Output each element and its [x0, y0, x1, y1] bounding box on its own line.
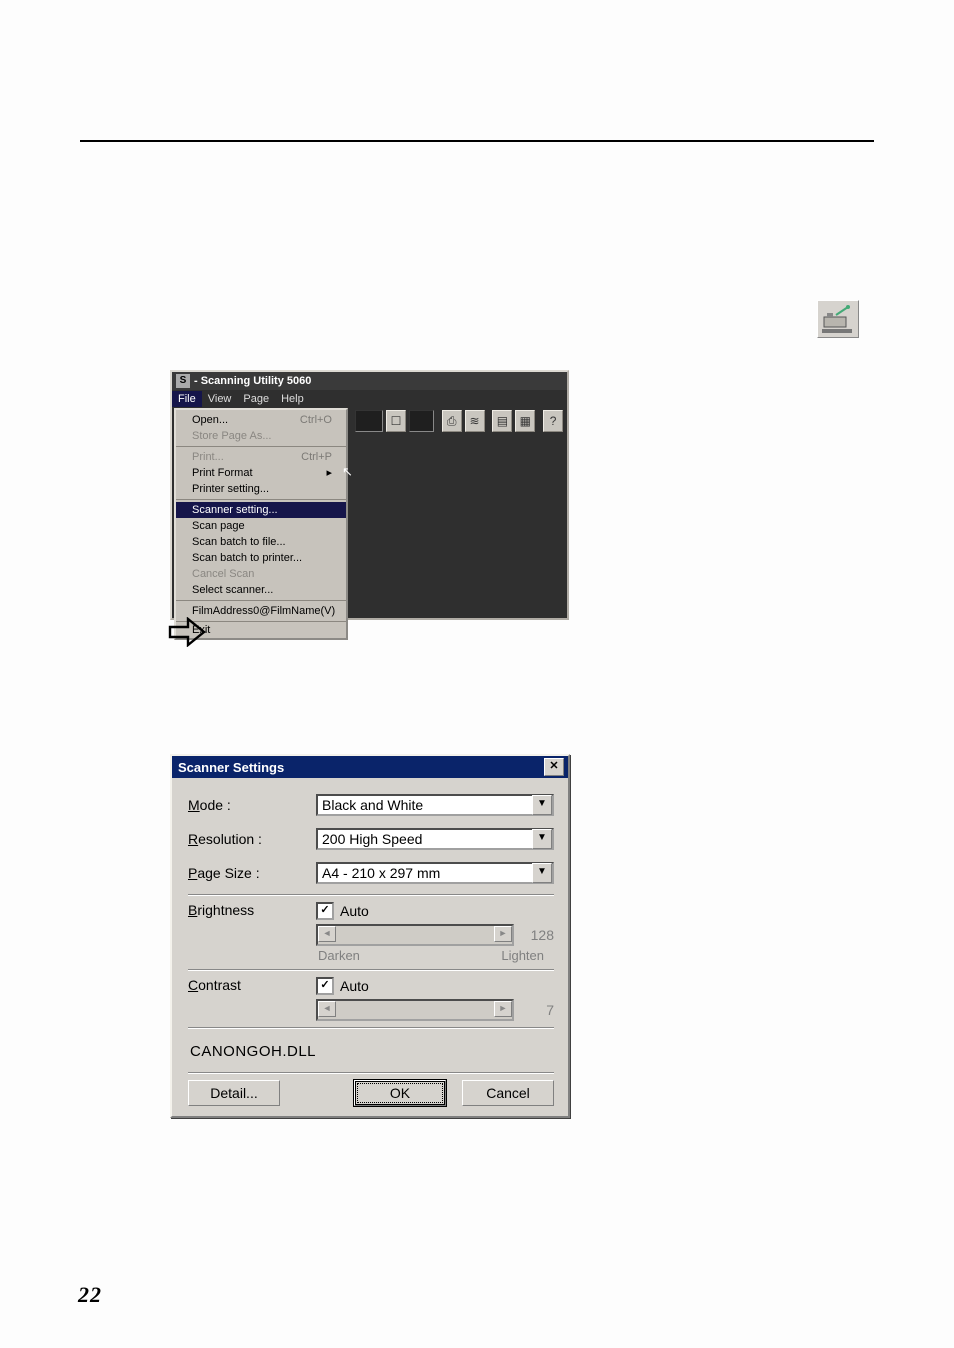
dialog-titlebar: Scanner Settings ✕ [172, 756, 568, 778]
contrast-auto-checkbox[interactable]: ✓ Auto [316, 977, 554, 995]
mode-combo[interactable]: Black and White ▼ [316, 794, 554, 816]
flow-arrow-icon [168, 617, 206, 650]
tb-scan-batch-icon[interactable]: ▦ [515, 410, 535, 432]
page-number: 22 [78, 1282, 102, 1308]
lighten-label: Lighten [501, 948, 544, 963]
tb-scanner-icon[interactable]: ≋ [465, 410, 485, 432]
cancel-button[interactable]: Cancel [462, 1080, 554, 1106]
file-print-format[interactable]: Print Format ▸ [176, 465, 346, 481]
chevron-down-icon[interactable]: ▼ [532, 795, 552, 815]
separator [188, 969, 554, 971]
brightness-slider: ◄ ► [316, 924, 514, 946]
page-total-box [409, 410, 434, 432]
file-print: Print... Ctrl+P [176, 449, 346, 465]
contrast-value: 7 [520, 1002, 554, 1018]
menu-page[interactable]: Page [237, 391, 275, 407]
page-number-box[interactable] [355, 410, 383, 432]
toolbar: ☐ ⎙ ≋ ▤ ▦ ? [352, 408, 563, 434]
resolution-value: 200 High Speed [322, 831, 422, 847]
ok-button[interactable]: OK [354, 1080, 446, 1106]
app-icon: S [176, 374, 190, 388]
separator [188, 1027, 554, 1029]
cursor-icon: ↖ [342, 464, 353, 480]
slider-right-icon: ► [494, 1001, 512, 1017]
tb-open-icon[interactable]: ☐ [386, 410, 406, 432]
scanning-utility-window: S - Scanning Utility 5060 File View Page… [170, 370, 569, 620]
scanner-settings-dialog: Scanner Settings ✕ Mode : Black and Whit… [170, 754, 570, 1118]
dll-name: CANONGOH.DLL [188, 1035, 554, 1066]
resolution-combo[interactable]: 200 High Speed ▼ [316, 828, 554, 850]
close-icon[interactable]: ✕ [544, 758, 564, 776]
file-select-scanner[interactable]: Select scanner... [176, 582, 346, 598]
page-top-divider [80, 140, 874, 142]
checkbox-icon: ✓ [316, 902, 334, 920]
file-open[interactable]: Open... Ctrl+O [176, 412, 346, 428]
scanner-setting-toolbar-icon[interactable] [817, 300, 859, 338]
file-store-page-as: Store Page As... [176, 428, 346, 444]
brightness-auto-label: Auto [340, 903, 369, 919]
file-printer-setting[interactable]: Printer setting... [176, 481, 346, 497]
separator [188, 1072, 554, 1074]
slider-left-icon: ◄ [318, 1001, 336, 1017]
contrast-slider: ◄ ► [316, 999, 514, 1021]
page-size-combo[interactable]: A4 - 210 x 297 mm ▼ [316, 862, 554, 884]
file-scan-batch-to-file[interactable]: Scan batch to file... [176, 534, 346, 550]
page-size-label: Page Size : [188, 865, 316, 881]
tb-help-icon[interactable]: ? [543, 410, 563, 432]
contrast-label: Contrast [188, 977, 316, 993]
menu-file[interactable]: File [172, 391, 202, 407]
chevron-down-icon[interactable]: ▼ [532, 863, 552, 883]
menu-view[interactable]: View [202, 391, 238, 407]
mode-label: Mode : [188, 797, 316, 813]
contrast-auto-label: Auto [340, 978, 369, 994]
darken-label: Darken [318, 948, 360, 963]
file-menu-dropdown: Open... Ctrl+O Store Page As... Print...… [174, 408, 348, 640]
chevron-down-icon[interactable]: ▼ [532, 829, 552, 849]
menu-help[interactable]: Help [275, 391, 310, 407]
file-scanner-setting[interactable]: Scanner setting... [176, 502, 346, 518]
tb-print-icon[interactable]: ⎙ [442, 410, 462, 432]
separator [188, 894, 554, 896]
document-area [352, 434, 563, 614]
checkbox-icon: ✓ [316, 977, 334, 995]
resolution-label: Resolution : [188, 831, 316, 847]
slider-left-icon: ◄ [318, 926, 336, 942]
mode-value: Black and White [322, 797, 423, 813]
detail-button[interactable]: Detail... [188, 1080, 280, 1106]
menubar[interactable]: File View Page Help [172, 390, 567, 408]
window-title: - Scanning Utility 5060 [194, 375, 311, 387]
tb-scan-page-icon[interactable]: ▤ [492, 410, 512, 432]
brightness-value: 128 [520, 927, 554, 943]
dialog-title: Scanner Settings [178, 760, 284, 775]
window-titlebar: S - Scanning Utility 5060 [172, 372, 567, 390]
slider-right-icon: ► [494, 926, 512, 942]
file-scan-page[interactable]: Scan page [176, 518, 346, 534]
brightness-auto-checkbox[interactable]: ✓ Auto [316, 902, 554, 920]
file-scan-batch-to-printer[interactable]: Scan batch to printer... [176, 550, 346, 566]
file-cancel-scan: Cancel Scan [176, 566, 346, 582]
brightness-label: Brightness [188, 902, 316, 918]
page-size-value: A4 - 210 x 297 mm [322, 865, 440, 881]
